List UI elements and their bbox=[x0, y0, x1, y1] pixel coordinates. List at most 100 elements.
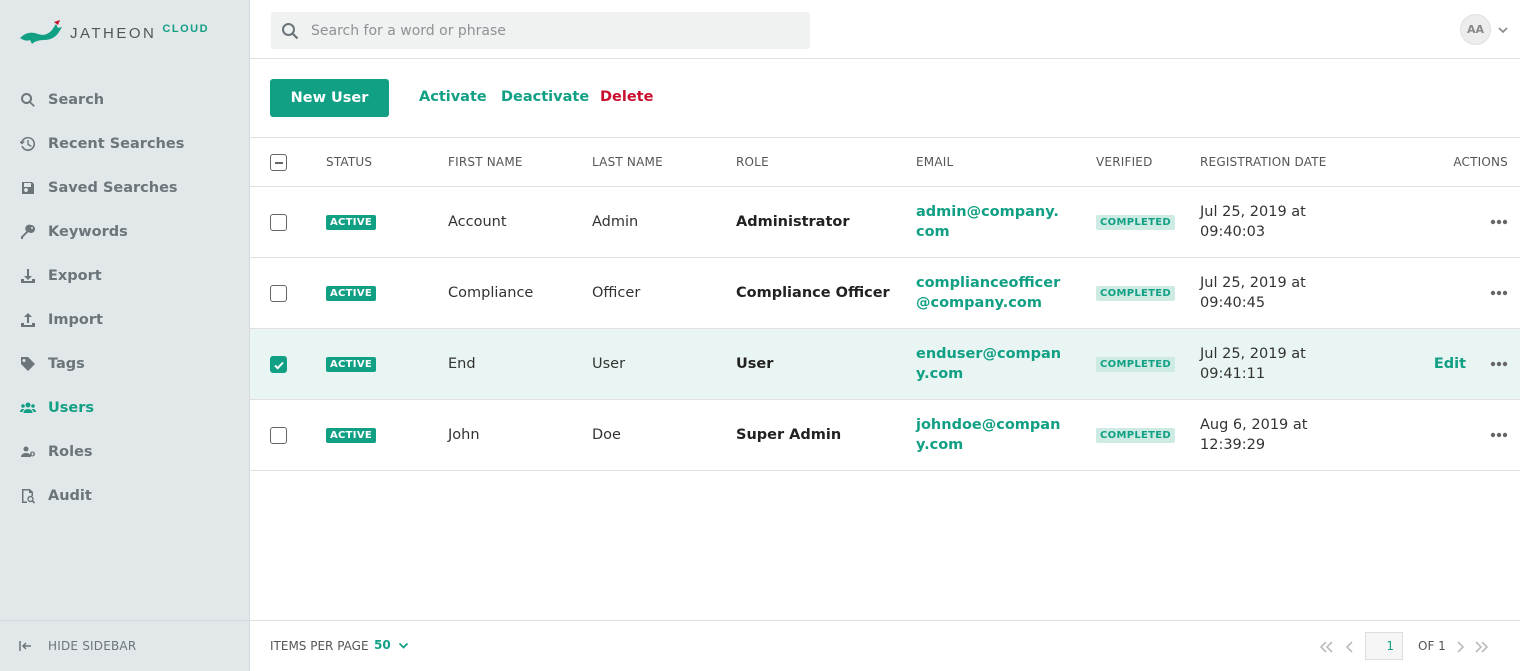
avatar[interactable]: AA bbox=[1460, 14, 1491, 45]
page-total-label: OF 1 bbox=[1418, 639, 1446, 653]
sidebar-item-roles[interactable]: Roles bbox=[0, 430, 249, 474]
status-badge: ACTIVE bbox=[326, 285, 376, 301]
column-status[interactable]: STATUS bbox=[326, 155, 372, 169]
global-search[interactable] bbox=[271, 12, 810, 49]
table-row[interactable]: ACTIVE Account Admin Administrator admin… bbox=[250, 187, 1520, 258]
column-last-name[interactable]: LAST NAME bbox=[592, 155, 663, 169]
column-first-name[interactable]: FIRST NAME bbox=[448, 155, 523, 169]
audit-icon bbox=[19, 487, 37, 505]
brand-suffix: CLOUD bbox=[162, 23, 210, 35]
last-name-cell: Doe bbox=[592, 427, 621, 443]
status-badge: ACTIVE bbox=[326, 427, 376, 443]
deactivate-button[interactable]: Deactivate bbox=[501, 89, 589, 105]
table-row-selected[interactable]: ACTIVE End User User enduser@company.com… bbox=[250, 329, 1520, 400]
registration-date: Jul 25, 2019 at 09:41:11 bbox=[1200, 346, 1306, 382]
verified-badge: COMPLETED bbox=[1096, 214, 1175, 230]
column-role[interactable]: ROLE bbox=[736, 155, 769, 169]
chevron-down-icon[interactable] bbox=[1497, 24, 1509, 36]
sidebar-item-saved-searches[interactable]: Saved Searches bbox=[0, 166, 249, 210]
registration-date: Jul 25, 2019 at 09:40:03 bbox=[1200, 204, 1306, 240]
table-row[interactable]: ACTIVE John Doe Super Admin johndoe@comp… bbox=[250, 400, 1520, 471]
column-email[interactable]: EMAIL bbox=[916, 155, 953, 169]
more-horizontal-icon bbox=[1490, 361, 1508, 367]
more-actions-button[interactable] bbox=[1490, 258, 1508, 328]
key-icon bbox=[19, 223, 37, 241]
sidebar-item-import[interactable]: Import bbox=[0, 298, 249, 342]
table-footer: ITEMS PER PAGE 50 1 OF 1 bbox=[250, 620, 1520, 671]
brand-logo[interactable]: JATHEON CLOUD bbox=[18, 18, 209, 48]
first-name-cell: John bbox=[448, 427, 480, 443]
column-verified[interactable]: VERIFIED bbox=[1096, 155, 1153, 169]
table-header: STATUS FIRST NAME LAST NAME ROLE EMAIL V… bbox=[250, 138, 1520, 187]
last-page-icon[interactable] bbox=[1474, 639, 1490, 655]
sidebar-item-label: Export bbox=[48, 268, 102, 284]
sidebar-item-export[interactable]: Export bbox=[0, 254, 249, 298]
sidebar-item-tags[interactable]: Tags bbox=[0, 342, 249, 386]
check-icon bbox=[273, 361, 284, 370]
sidebar-item-recent-searches[interactable]: Recent Searches bbox=[0, 122, 249, 166]
items-per-page-value: 50 bbox=[374, 638, 391, 652]
search-input[interactable] bbox=[311, 22, 791, 39]
sidebar: JATHEON CLOUD Search Recent Searches Sav… bbox=[0, 0, 250, 671]
role-cell: User bbox=[736, 356, 774, 372]
more-actions-button[interactable] bbox=[1490, 187, 1508, 257]
sidebar-item-label: Search bbox=[48, 92, 105, 108]
users-icon bbox=[19, 399, 37, 417]
tag-icon bbox=[19, 355, 37, 373]
select-all-checkbox[interactable] bbox=[270, 154, 287, 171]
status-badge: ACTIVE bbox=[326, 356, 376, 372]
search-icon bbox=[282, 22, 299, 39]
sidebar-item-label: Keywords bbox=[48, 224, 128, 240]
previous-page-icon[interactable] bbox=[1342, 639, 1358, 655]
top-bar: AA bbox=[250, 0, 1520, 59]
first-name-cell: Account bbox=[448, 214, 507, 230]
more-horizontal-icon bbox=[1490, 290, 1508, 296]
brand-name: JATHEON bbox=[70, 24, 157, 42]
items-per-page-select[interactable]: 50 bbox=[374, 638, 409, 652]
import-icon bbox=[19, 311, 37, 329]
row-checkbox[interactable] bbox=[270, 285, 287, 302]
email-link[interactable]: johndoe@company.com bbox=[916, 415, 1066, 455]
dragon-logo-icon bbox=[20, 20, 62, 44]
activate-button[interactable]: Activate bbox=[419, 89, 487, 105]
minus-icon bbox=[274, 161, 283, 164]
delete-button[interactable]: Delete bbox=[600, 89, 653, 105]
row-checkbox[interactable] bbox=[270, 356, 287, 373]
verified-badge: COMPLETED bbox=[1096, 427, 1175, 443]
more-horizontal-icon bbox=[1490, 219, 1508, 225]
search-icon bbox=[19, 91, 37, 109]
table-row[interactable]: ACTIVE Compliance Officer Compliance Off… bbox=[250, 258, 1520, 329]
email-link[interactable]: admin@company.com bbox=[916, 202, 1066, 242]
more-horizontal-icon bbox=[1490, 432, 1508, 438]
sidebar-item-keywords[interactable]: Keywords bbox=[0, 210, 249, 254]
sidebar-item-label: Tags bbox=[48, 356, 85, 372]
verified-badge: COMPLETED bbox=[1096, 285, 1175, 301]
verified-badge: COMPLETED bbox=[1096, 356, 1175, 372]
sidebar-item-audit[interactable]: Audit bbox=[0, 474, 249, 518]
registration-date: Jul 25, 2019 at 09:40:45 bbox=[1200, 275, 1306, 311]
more-actions-button[interactable] bbox=[1490, 400, 1508, 470]
hide-sidebar-label: HIDE SIDEBAR bbox=[48, 639, 137, 653]
new-user-button[interactable]: New User bbox=[270, 79, 389, 117]
sidebar-item-users[interactable]: Users bbox=[0, 386, 249, 430]
edit-user-button[interactable]: Edit bbox=[1434, 329, 1466, 399]
email-link[interactable]: enduser@company.com bbox=[916, 344, 1066, 384]
sidebar-item-label: Audit bbox=[48, 488, 92, 504]
next-page-icon[interactable] bbox=[1452, 639, 1468, 655]
first-name-cell: Compliance bbox=[448, 285, 534, 301]
column-registration-date[interactable]: REGISTRATION DATE bbox=[1200, 155, 1327, 169]
row-checkbox[interactable] bbox=[270, 214, 287, 231]
sidebar-item-label: Users bbox=[48, 400, 95, 416]
hide-sidebar-button[interactable]: HIDE SIDEBAR bbox=[0, 620, 249, 671]
sidebar-item-label: Roles bbox=[48, 444, 93, 460]
roles-icon bbox=[19, 443, 37, 461]
last-name-cell: User bbox=[592, 356, 626, 372]
page-number-input[interactable]: 1 bbox=[1365, 632, 1403, 660]
users-table: STATUS FIRST NAME LAST NAME ROLE EMAIL V… bbox=[250, 138, 1520, 471]
role-cell: Administrator bbox=[736, 214, 850, 230]
sidebar-item-search[interactable]: Search bbox=[0, 78, 249, 122]
more-actions-button[interactable] bbox=[1490, 329, 1508, 399]
row-checkbox[interactable] bbox=[270, 427, 287, 444]
first-page-icon[interactable] bbox=[1318, 639, 1334, 655]
email-link[interactable]: complianceofficer@company.com bbox=[916, 273, 1066, 313]
